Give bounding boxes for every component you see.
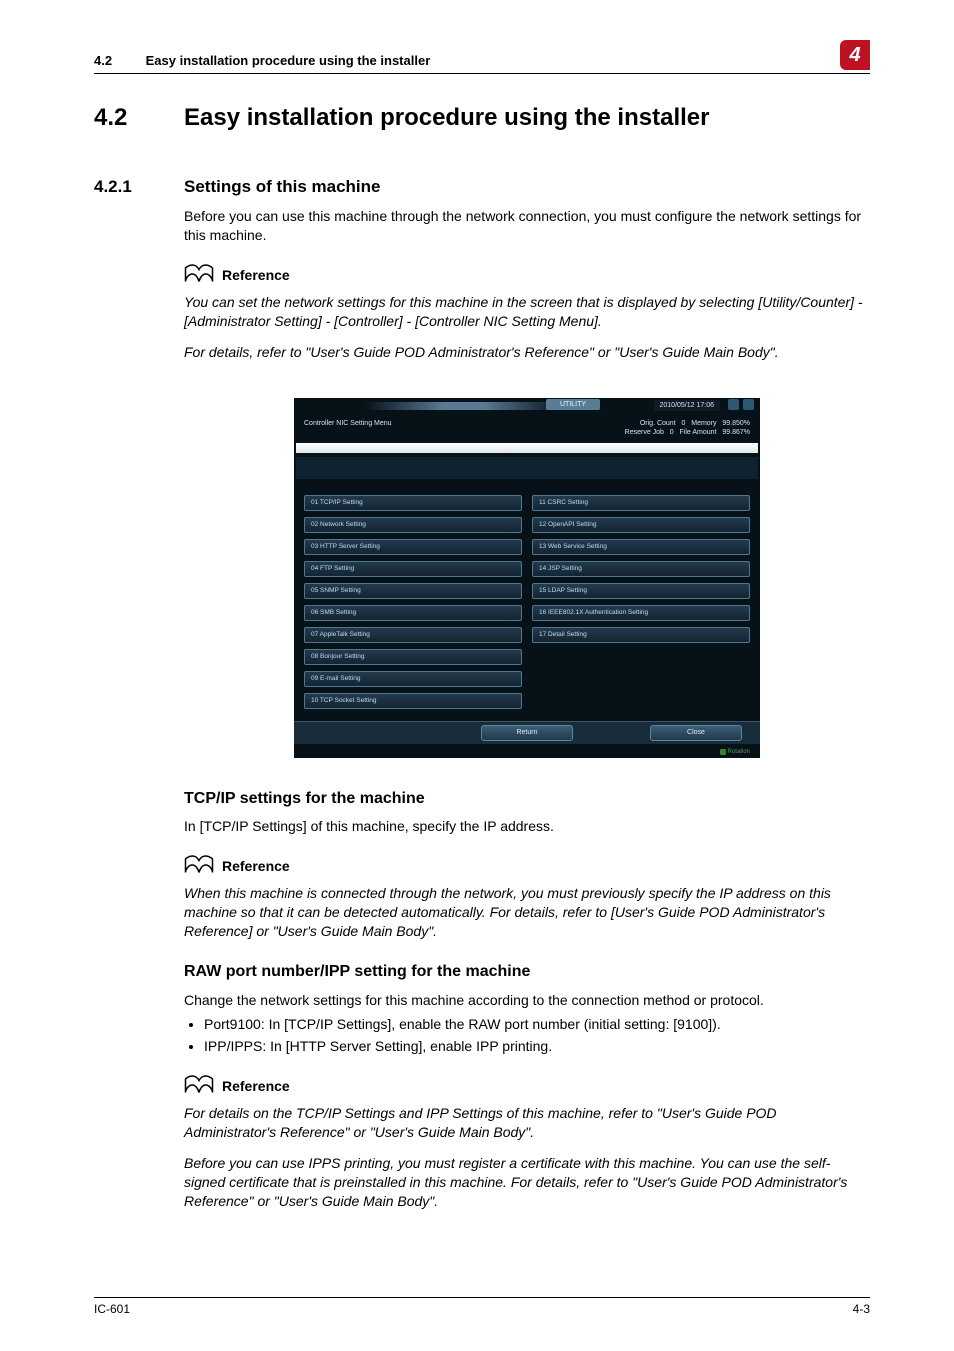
header-section-title: Easy installation procedure using the in… (146, 53, 431, 68)
shot-menu-title: Controller NIC Setting Menu (304, 419, 392, 437)
heading-2-num: 4.2.1 (94, 176, 184, 199)
reference-text-2: When this machine is connected through t… (184, 884, 870, 941)
rotation-label: Rotation (728, 748, 750, 756)
bullet-item: IPP/IPPS: In [HTTP Server Setting], enab… (204, 1037, 870, 1056)
shot-utility-label: UTILITY (546, 399, 600, 410)
rotation-icon (720, 749, 726, 755)
heading-2-text: Settings of this machine (184, 176, 380, 199)
shot-setting-button[interactable]: 05 SNMP Setting (304, 583, 522, 599)
settings-screenshot: UTILITY 2010/05/12 17:06 Controller NIC … (294, 398, 760, 758)
heading-1: 4.2 Easy installation procedure using th… (94, 102, 870, 134)
shot-setting-button[interactable]: 01 TCP/IP Setting (304, 495, 522, 511)
orig-count-label: Orig. Count (640, 420, 676, 427)
shot-setting-button[interactable]: 04 FTP Setting (304, 561, 522, 577)
shot-return-button[interactable]: Return (481, 725, 573, 741)
shot-breadcrumb-arrow (364, 402, 564, 410)
memory-label: Memory (691, 420, 716, 427)
bullet-list: Port9100: In [TCP/IP Settings], enable t… (184, 1015, 870, 1056)
reserve-val: 0 (670, 429, 674, 436)
reference-text-1b: For details, refer to "User's Guide POD … (184, 343, 870, 362)
shot-icon-1 (728, 399, 739, 410)
orig-count-val: 0 (681, 420, 685, 427)
shot-setting-button[interactable]: 06 SMB Setting (304, 605, 522, 621)
shot-datetime: 2010/05/12 17:06 (654, 400, 721, 411)
heading-2: 4.2.1 Settings of this machine (94, 176, 870, 199)
running-header: 4.2 Easy installation procedure using th… (94, 52, 430, 70)
shot-close-button[interactable]: Close (650, 725, 742, 741)
intro-paragraph: Before you can use this machine through … (184, 207, 870, 245)
shot-top-icons (728, 399, 754, 410)
shot-setting-button[interactable]: 14 JSP Setting (532, 561, 750, 577)
page-footer: IC-601 4-3 (94, 1296, 870, 1317)
file-val: 99.867% (722, 429, 750, 436)
reference-text-3a: For details on the TCP/IP Settings and I… (184, 1104, 870, 1142)
footer-left: IC-601 (94, 1301, 130, 1317)
shot-setting-button[interactable]: 09 E-mail Setting (304, 671, 522, 687)
raw-paragraph: Change the network settings for this mac… (184, 991, 870, 1010)
reference-text-3b: Before you can use IPPS printing, you mu… (184, 1154, 870, 1211)
shot-stripe (296, 457, 758, 479)
shot-col-right: 11 CSRC Setting 12 OpenAPI Setting 13 Web … (532, 495, 750, 715)
shot-rotation-indicator: Rotation (720, 748, 750, 756)
reference-label: Reference (222, 857, 290, 876)
reference-icon (184, 854, 214, 876)
shot-setting-button[interactable]: 15 LDAP Setting (532, 583, 750, 599)
tcpip-paragraph: In [TCP/IP Settings] of this machine, sp… (184, 817, 870, 836)
shot-setting-button[interactable]: 11 CSRC Setting (532, 495, 750, 511)
header-section-num: 4.2 (94, 52, 142, 70)
heading-1-num: 4.2 (94, 102, 184, 134)
shot-setting-button[interactable]: 16 IEEE802.1X Authentication Setting (532, 605, 750, 621)
shot-bottom-bar: Return Close (294, 721, 760, 744)
shot-topbar: UTILITY 2010/05/12 17:06 (294, 398, 760, 414)
shot-icon-2 (743, 399, 754, 410)
footer-right: 4-3 (853, 1301, 870, 1317)
shot-setting-button[interactable]: 12 OpenAPI Setting (532, 517, 750, 533)
reference-icon (184, 1074, 214, 1096)
shot-status-block: Orig. Count 0 Memory 99.850% Reserve Job… (625, 419, 750, 437)
reference-icon (184, 263, 214, 285)
memory-val: 99.850% (722, 420, 750, 427)
shot-setting-button[interactable]: 13 Web Service Setting (532, 539, 750, 555)
shot-metabar: Controller NIC Setting Menu Orig. Count … (294, 414, 760, 443)
reference-label: Reference (222, 266, 290, 285)
shot-setting-button[interactable]: 07 AppleTalk Setting (304, 627, 522, 643)
shot-setting-button[interactable]: 03 HTTP Server Setting (304, 539, 522, 555)
header-rule (94, 73, 870, 74)
shot-whiteband (296, 443, 758, 453)
shot-setting-button[interactable]: 17 Detail Setting (532, 627, 750, 643)
reserve-label: Reserve Job (625, 429, 664, 436)
footer-rule (94, 1297, 870, 1298)
bullet-item: Port9100: In [TCP/IP Settings], enable t… (204, 1015, 870, 1034)
shot-setting-button[interactable]: 02 Network Setting (304, 517, 522, 533)
chapter-badge: 4 (840, 40, 870, 70)
shot-setting-button[interactable]: 10 TCP Socket Setting (304, 693, 522, 709)
shot-button-area: 01 TCP/IP Setting 02 Network Setting 03 HT… (294, 479, 760, 715)
heading-1-text: Easy installation procedure using the in… (184, 102, 709, 134)
file-label: File Amount (680, 429, 717, 436)
tcpip-heading: TCP/IP settings for the machine (184, 788, 870, 810)
reference-label: Reference (222, 1077, 290, 1096)
raw-heading: RAW port number/IPP setting for the mach… (184, 961, 870, 983)
shot-setting-button[interactable]: 08 Bonjour Setting (304, 649, 522, 665)
shot-col-left: 01 TCP/IP Setting 02 Network Setting 03 HT… (304, 495, 522, 715)
reference-text-1a: You can set the network settings for thi… (184, 293, 870, 331)
